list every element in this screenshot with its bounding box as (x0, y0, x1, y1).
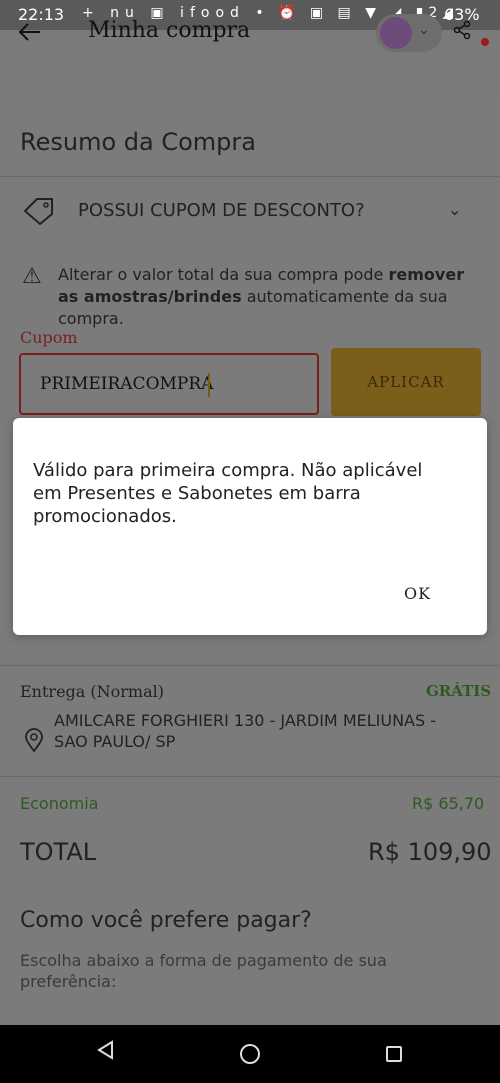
dialog-message: Válido para primeira compra. Não aplicáv… (33, 460, 423, 527)
divider (0, 776, 500, 777)
arrow-left-icon (18, 23, 40, 41)
payment-title: Como você prefere pagar? (20, 908, 312, 933)
share-icon[interactable] (452, 20, 472, 45)
delivery-address: AMILCARE FORGHIERI 130 - JARDIM MELIUNAS… (54, 711, 437, 751)
text-caret (208, 373, 210, 397)
savings-label: Economia (20, 794, 99, 813)
chevron-down-icon[interactable]: ⌄ (418, 22, 430, 38)
summary-title: Resumo da Compra (20, 128, 256, 156)
savings-value: R$ 65,70 (412, 794, 485, 813)
warning-message: Alterar o valor total da sua compra pode… (58, 265, 465, 328)
delivery-label: Entrega (Normal) (20, 682, 164, 701)
nav-home-icon[interactable] (240, 1044, 260, 1064)
back-arrow-icon[interactable] (16, 18, 52, 54)
total-value: R$ 109,90 (368, 838, 492, 866)
notification-dot (481, 38, 489, 46)
chevron-down-icon[interactable]: ⌄ (448, 200, 461, 219)
total-label: TOTAL (20, 838, 97, 866)
dialog-ok-button[interactable]: OK (400, 582, 435, 605)
divider (0, 176, 500, 177)
coupon-field-label: Cupom (20, 328, 78, 347)
share-glyph (453, 20, 471, 40)
payment-subtitle: Escolha abaixo a forma de pagamento de s… (20, 951, 387, 991)
avatar[interactable] (380, 17, 412, 49)
tag-icon (22, 196, 54, 226)
warning-icon: ⚠ (22, 264, 42, 289)
nav-back-icon[interactable] (96, 1040, 114, 1066)
page-title: Minha compra (88, 18, 251, 43)
coupon-input-value[interactable]: PRIMEIRACOMPRA (40, 374, 213, 394)
divider (0, 665, 500, 666)
coupon-toggle[interactable]: POSSUI CUPOM DE DESCONTO? (78, 200, 365, 221)
nav-recents-icon[interactable] (386, 1046, 402, 1062)
delivery-price: GRÁTIS (426, 682, 492, 700)
apply-coupon-button[interactable]: APLICAR (331, 348, 481, 416)
location-pin-icon (24, 728, 44, 758)
